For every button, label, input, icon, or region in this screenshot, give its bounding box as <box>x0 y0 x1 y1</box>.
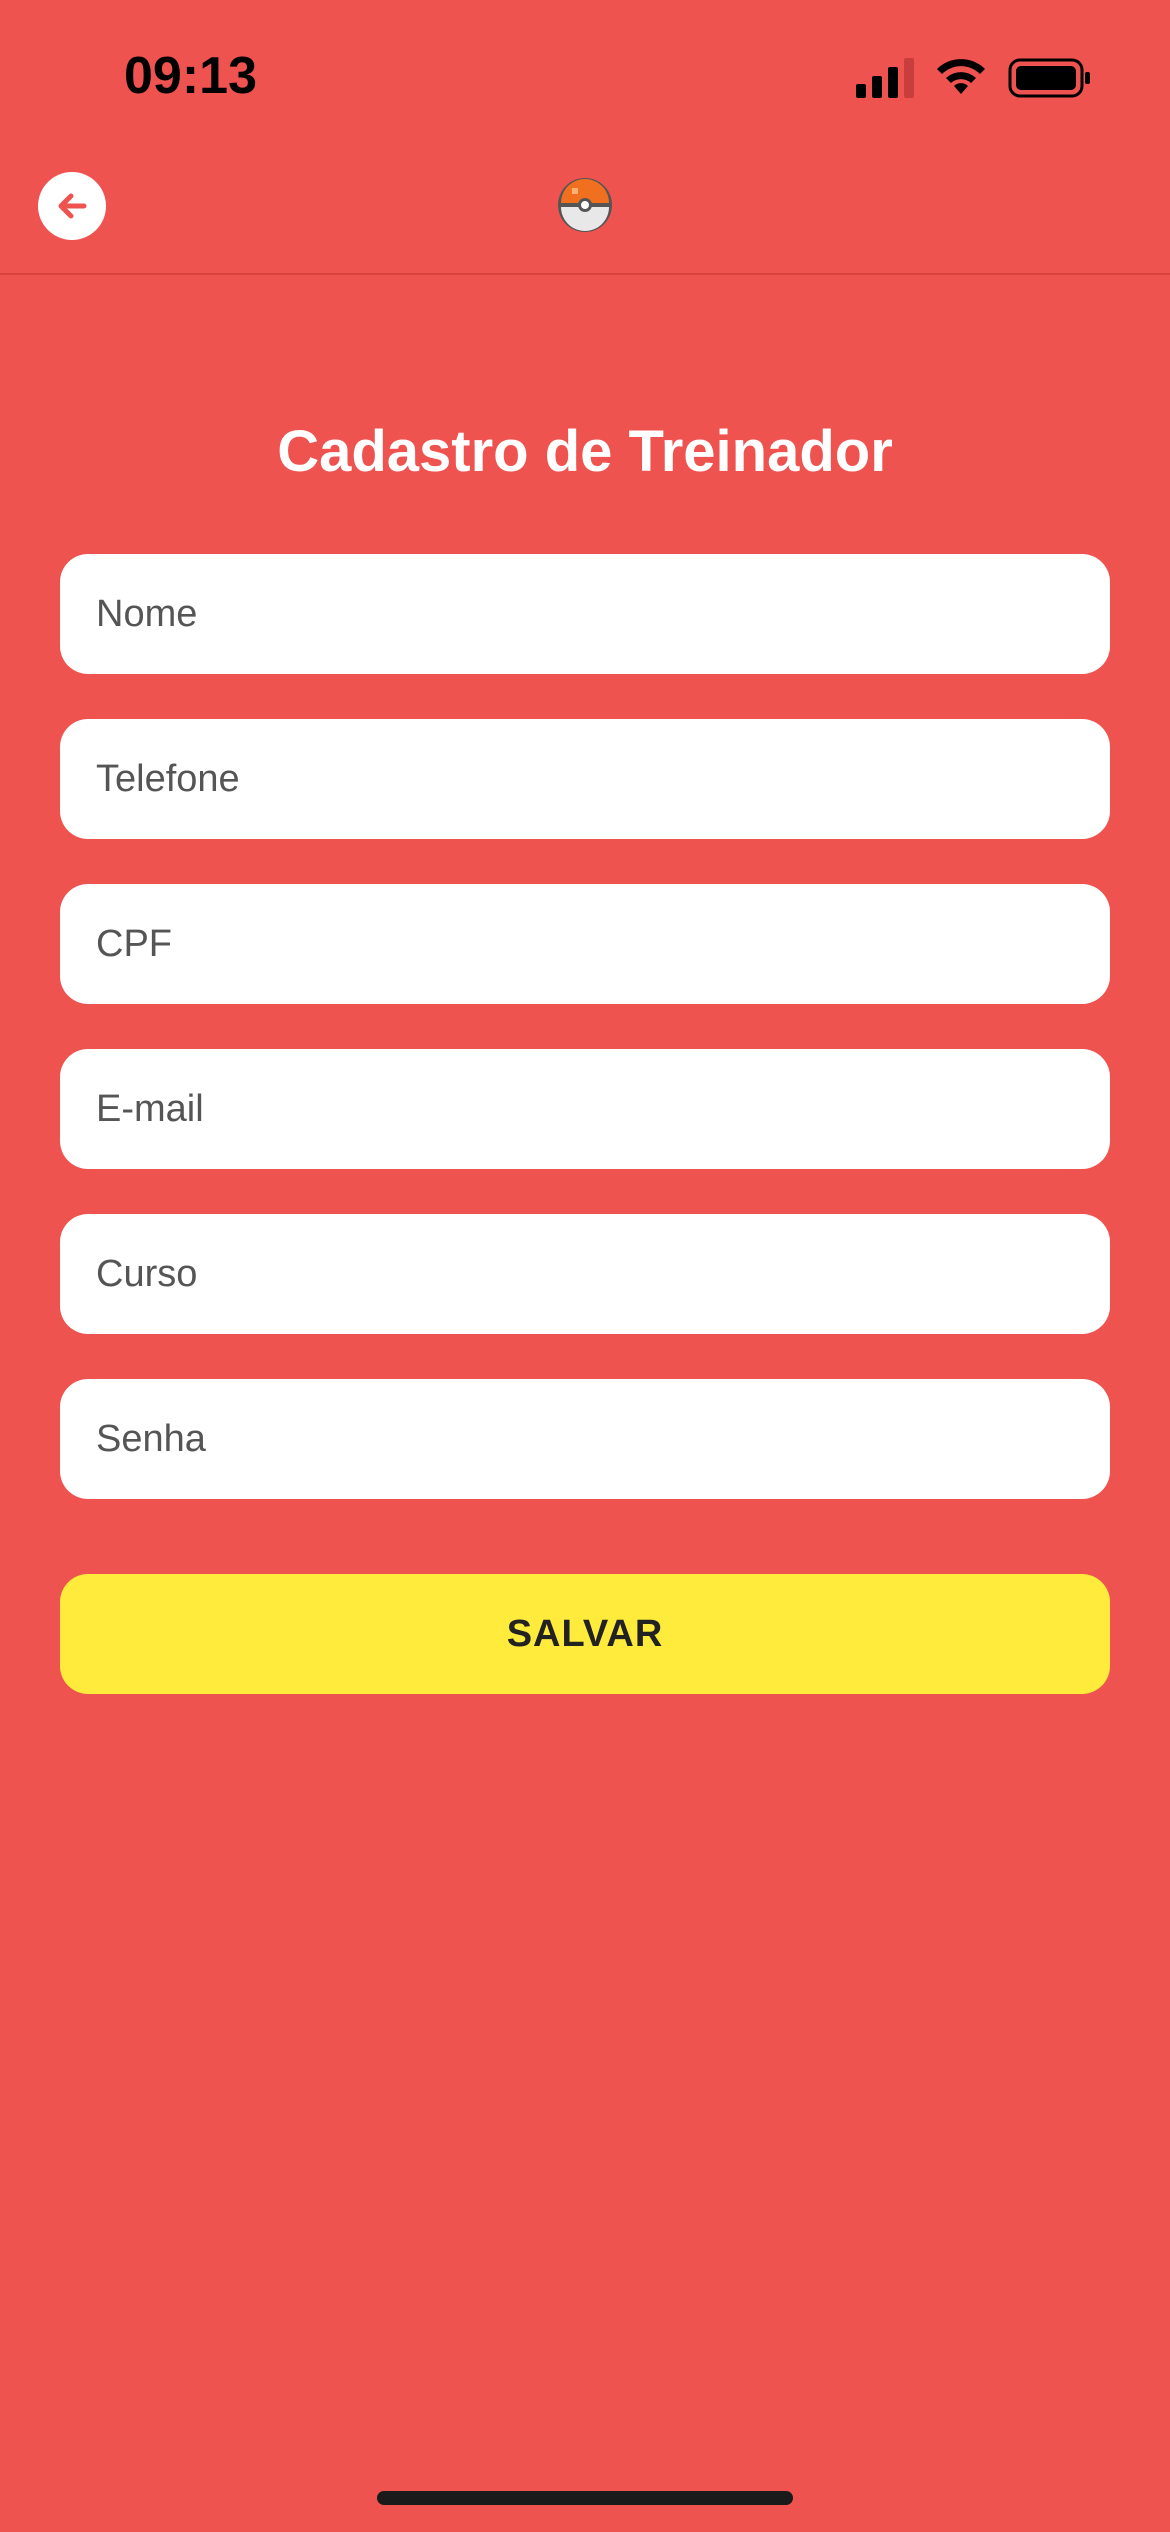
battery-icon <box>1008 58 1090 98</box>
nome-field[interactable] <box>60 554 1110 674</box>
pokeball-icon <box>558 178 612 232</box>
wifi-icon <box>937 59 985 94</box>
telefone-field[interactable] <box>60 719 1110 839</box>
cpf-field[interactable] <box>60 884 1110 1004</box>
nav-bar <box>0 150 1170 275</box>
save-button[interactable]: SALVAR <box>60 1574 1110 1694</box>
curso-field[interactable] <box>60 1214 1110 1334</box>
senha-field[interactable] <box>60 1379 1110 1499</box>
cellular-signal-icon <box>856 58 914 98</box>
arrow-left-icon <box>58 193 87 219</box>
status-time: 09:13 <box>124 47 257 105</box>
email-field[interactable] <box>60 1049 1110 1169</box>
back-button[interactable] <box>38 172 106 240</box>
status-bar: 09:13 <box>0 0 1170 150</box>
page-title: Cadastro de Treinador <box>277 419 893 484</box>
home-indicator <box>377 2491 793 2505</box>
